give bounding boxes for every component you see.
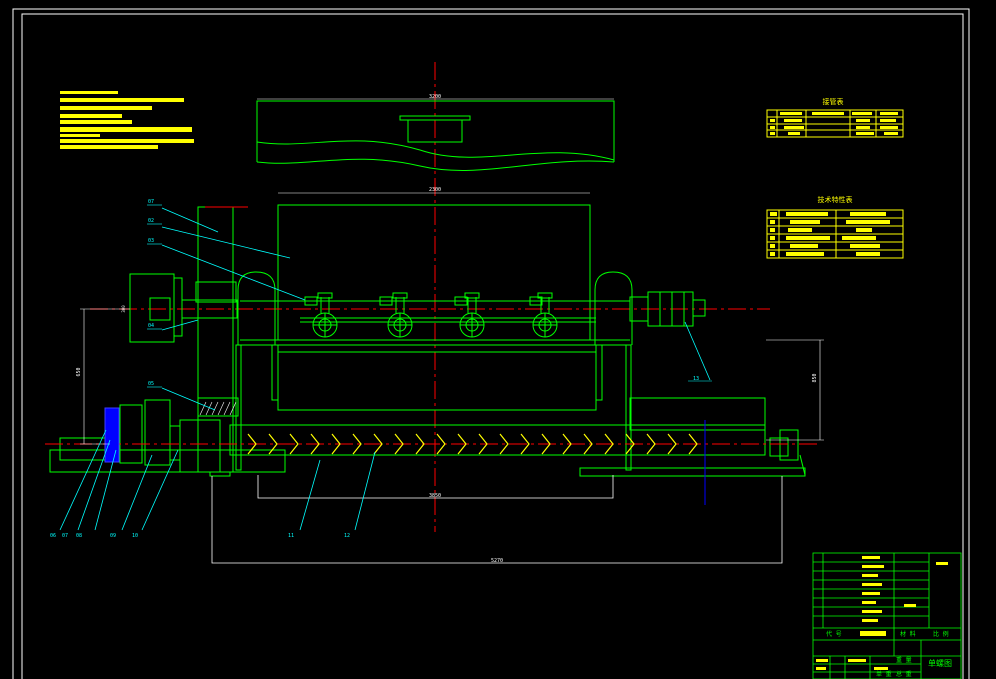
callout-label: 03 (148, 238, 154, 244)
callout-label: 02 (148, 218, 154, 224)
label-code: 代 号 (826, 630, 842, 638)
tech-table (766, 209, 904, 259)
label-total-weight: 总 重 (896, 670, 912, 678)
leader-lines (59, 207, 711, 531)
left-bearing-pedestal (235, 271, 276, 471)
callout-label: 13 (693, 376, 699, 382)
technical-notes (60, 91, 194, 149)
vertical-dimensions (80, 308, 824, 445)
label-material: 材 料 (900, 630, 916, 638)
dim-small-mark: 300 (121, 305, 126, 313)
drawing-name: 单螺图 (928, 658, 952, 668)
agitator-paddles (304, 292, 558, 338)
label-single-weight: 单 重 (876, 670, 892, 678)
left-drive-assembly (129, 206, 239, 473)
callout-label: 06 (50, 533, 56, 539)
coupling-hatch (199, 401, 237, 416)
callout-label: 12 (344, 533, 350, 539)
callout-label: 09 (110, 533, 116, 539)
callout-label: 11 (288, 533, 294, 539)
callout-underlines (147, 204, 712, 388)
callout-label: 04 (148, 323, 154, 329)
dim-body-width: 2300 (429, 187, 441, 193)
cad-drawing-viewport: 3200 2300 3850 5270 650 850 300 07 02 03… (0, 0, 996, 679)
callout-label: 08 (76, 533, 82, 539)
callout-label: 05 (148, 381, 154, 387)
cad-drawing: 3200 2300 3850 5270 650 850 300 07 02 03… (12, 8, 970, 679)
dim-bottom-inner: 3850 (429, 493, 441, 499)
dim-vertical-right: 850 (812, 373, 818, 382)
label-weight: 重 量 (896, 656, 912, 664)
dim-vertical-left: 650 (76, 367, 82, 376)
base-outline (211, 475, 783, 564)
callout-label: 10 (132, 533, 138, 539)
dim-top-width: 3200 (429, 94, 441, 100)
dim-bottom-overall: 5270 (491, 558, 503, 564)
title-block-fill (816, 556, 948, 670)
callout-label: 07 (148, 199, 154, 205)
label-scale: 比 例 (933, 630, 949, 638)
nozzle-table-title: 接管表 (823, 97, 844, 106)
right-bearing-pedestal (594, 271, 633, 471)
callout-label: 07 (62, 533, 68, 539)
drive-motor (104, 407, 120, 463)
tech-table-title: 技术特性表 (818, 195, 853, 204)
nozzle-table (766, 109, 904, 138)
title-block-labels: 代 号 材 料 比 例 单 重 总 重 重 量 (826, 630, 949, 678)
